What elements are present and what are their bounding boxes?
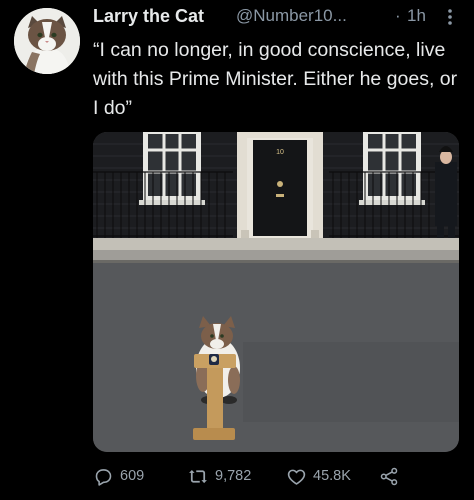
tweet-text: “I can no longer, in good conscience, li… [93, 39, 458, 119]
author-name[interactable]: Larry the Cat [93, 6, 204, 27]
timestamp[interactable]: 1h [407, 6, 426, 26]
door-number: 10 [276, 149, 284, 156]
retweet-count: 9,782 [215, 468, 252, 484]
avatar-cat-image [14, 8, 80, 74]
like-icon [287, 469, 306, 485]
author-handle[interactable]: @Number10... [236, 6, 347, 26]
tweet-actions: 609 9,782 45.8K [93, 462, 463, 490]
retweet-button[interactable]: 9,782 [187, 462, 251, 490]
like-count: 45.8K [313, 468, 351, 484]
reply-count: 609 [120, 468, 145, 484]
share-button[interactable] [378, 462, 400, 490]
more-icon[interactable] [444, 8, 456, 26]
separator-dot: · [395, 6, 401, 25]
share-icon [380, 467, 398, 485]
tweet-header: Larry the Cat @Number10... · 1h [93, 6, 464, 30]
retweet-icon [189, 469, 207, 483]
avatar[interactable] [14, 8, 80, 74]
like-button[interactable]: 45.8K [286, 462, 351, 490]
downing-street-photo: 10 [93, 132, 459, 452]
tweet-media[interactable]: 10 [93, 132, 459, 452]
reply-icon [95, 468, 112, 486]
reply-button[interactable]: 609 [93, 462, 144, 490]
